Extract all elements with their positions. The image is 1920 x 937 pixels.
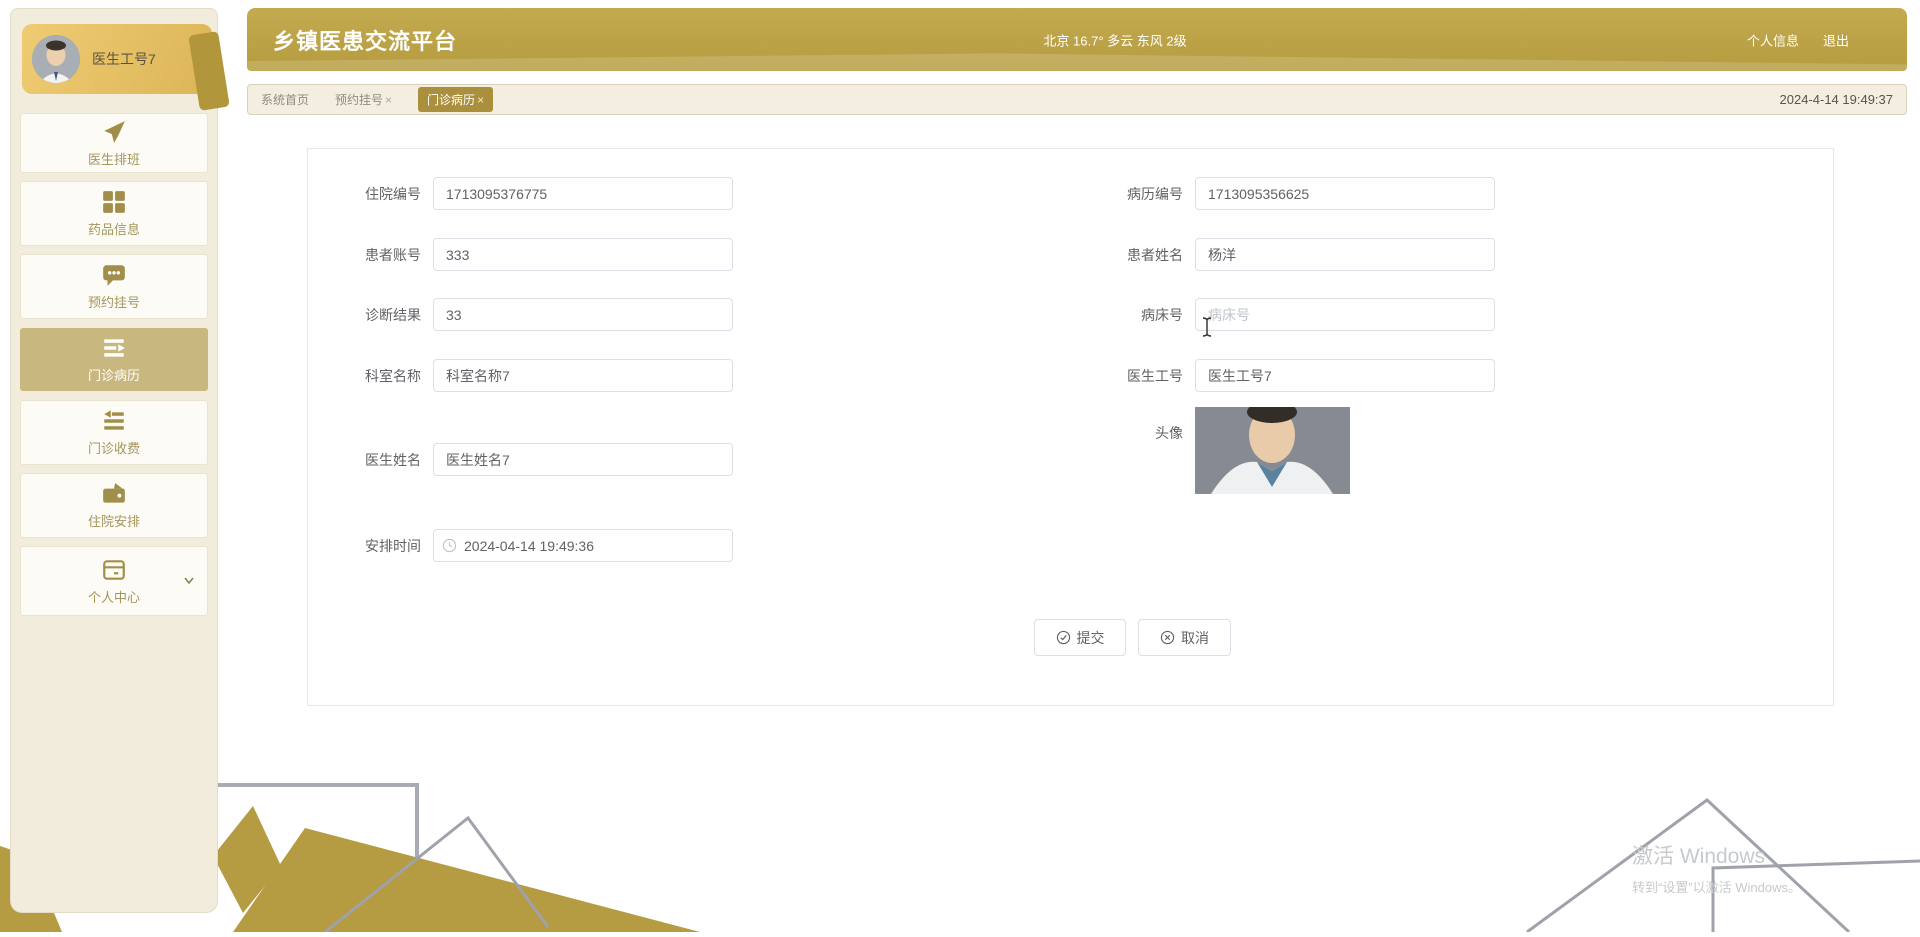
doctor-photo <box>1195 407 1350 494</box>
send-icon <box>104 120 125 143</box>
tab-label: 系统首页 <box>261 93 310 107</box>
bed-no-input[interactable] <box>1195 298 1495 331</box>
sidebar-item-label: 住院安排 <box>87 514 140 529</box>
cancel-button-label: 取消 <box>1181 629 1209 646</box>
watermark-subtitle: 转到“设置”以激活 Windows。 <box>1632 880 1802 895</box>
tab-outpatient-records[interactable]: 门诊病历 × <box>418 87 494 112</box>
sidebar-item-doctor-schedule[interactable]: 医生排班 <box>20 113 208 173</box>
sidebar-item-label: 门诊病历 <box>87 368 140 383</box>
cancel-button[interactable]: 取消 <box>1138 619 1231 656</box>
sidebar-item-label: 个人中心 <box>87 589 140 605</box>
text-cursor <box>1201 317 1213 342</box>
card-icon <box>103 559 125 580</box>
page-title: 乡镇医患交流平台 <box>273 28 458 54</box>
sidebar-item-label: 药品信息 <box>87 222 140 237</box>
patient-name-label: 患者姓名 <box>1127 246 1183 263</box>
sidebar-item-label: 医生排班 <box>87 151 140 167</box>
gold-decorative-blob <box>188 31 230 111</box>
diagnosis-label: 诊断结果 <box>365 306 421 323</box>
weather-info: 北京 16.7° 多云 东风 2级 <box>1043 33 1187 48</box>
chevron-down-icon[interactable] <box>183 572 195 590</box>
patient-name-input[interactable] <box>1195 238 1495 271</box>
diagnosis-input[interactable] <box>433 298 733 331</box>
user-name: 医生工号7 <box>92 51 156 67</box>
close-icon[interactable]: × <box>477 93 484 107</box>
gold-triangle-large <box>233 828 700 932</box>
department-label: 科室名称 <box>365 367 421 384</box>
record-no-input[interactable] <box>1195 177 1495 210</box>
sidebar: 医生工号7 医生排班 药品信息 预约挂号 门诊病历 门诊收费 住院安排 个人中心 <box>10 8 230 913</box>
gold-parallelogram <box>213 806 281 913</box>
tab-label: 门诊病历 <box>427 93 476 107</box>
department-input[interactable] <box>433 359 733 392</box>
windows-activation-watermark: 激活 Windows 转到“设置”以激活 Windows。 <box>1632 840 1801 896</box>
sidebar-item-personal-center[interactable]: 个人中心 <box>20 546 208 616</box>
tab-appointment[interactable]: 预约挂号 × <box>335 91 392 108</box>
admission-no-label: 住院编号 <box>365 185 421 202</box>
patient-account-label: 患者账号 <box>365 246 421 263</box>
submit-button[interactable]: 提交 <box>1034 619 1126 656</box>
sidebar-item-appointment[interactable]: 预约挂号 <box>20 254 208 319</box>
watermark-title: 激活 Windows <box>1632 845 1766 868</box>
tab-label: 预约挂号 <box>335 93 384 107</box>
sidebar-item-label: 预约挂号 <box>87 295 140 310</box>
gray-triangle-left-outline <box>324 815 550 934</box>
avatar-field: 头像 <box>1155 407 1350 494</box>
doctor-id-label: 医生工号 <box>1127 367 1183 384</box>
submit-button-label: 提交 <box>1076 629 1105 646</box>
sidebar-item-drug-info[interactable]: 药品信息 <box>20 181 208 246</box>
check-circle-icon <box>1056 630 1070 645</box>
user-card[interactable]: 医生工号7 <box>22 24 212 94</box>
schedule-time-label: 安排时间 <box>365 537 421 554</box>
logout-link[interactable]: 退出 <box>1823 30 1849 49</box>
patient-account-input[interactable] <box>433 238 733 271</box>
user-avatar <box>32 35 80 83</box>
tab-bar: 系统首页 预约挂号 × 门诊病历 × 2024-4-14 19:49:37 <box>247 84 1907 115</box>
doctor-avatar-image <box>32 35 80 83</box>
list-left-arrow-icon <box>104 410 124 430</box>
schedule-time-input[interactable] <box>433 529 733 562</box>
bed-no-label: 病床号 <box>1141 306 1183 323</box>
app-header: 乡镇医患交流平台 北京 16.7° 多云 东风 2级 个人信息 退出 <box>247 8 1907 71</box>
tab-system-home[interactable]: 系统首页 <box>261 91 309 108</box>
profile-link[interactable]: 个人信息 <box>1747 30 1799 49</box>
list-arrow-icon <box>104 339 125 357</box>
message-icon <box>103 265 125 286</box>
doctor-name-input[interactable] <box>433 443 733 476</box>
form-panel: 住院编号 病历编号 患者账号 患者姓名 诊断结果 病床号 科室名称 医生工号 医… <box>307 148 1834 706</box>
sidebar-item-hospitalization[interactable]: 住院安排 <box>20 473 208 538</box>
close-circle-icon <box>1160 630 1175 645</box>
sidebar-item-label: 门诊收费 <box>87 441 140 456</box>
close-icon[interactable]: × <box>385 93 392 107</box>
current-timestamp: 2024-4-14 19:49:37 <box>1779 92 1893 107</box>
admission-no-input[interactable] <box>433 177 733 210</box>
grid-icon <box>103 191 125 213</box>
avatar-label: 头像 <box>1155 425 1183 441</box>
clock-icon <box>442 538 457 558</box>
doctor-id-input[interactable] <box>1195 359 1495 392</box>
wallet-icon <box>103 483 125 503</box>
sidebar-item-outpatient-records[interactable]: 门诊病历 <box>20 328 208 391</box>
record-no-label: 病历编号 <box>1127 185 1183 202</box>
doctor-name-label: 医生姓名 <box>365 451 421 468</box>
sidebar-item-outpatient-billing[interactable]: 门诊收费 <box>20 400 208 465</box>
